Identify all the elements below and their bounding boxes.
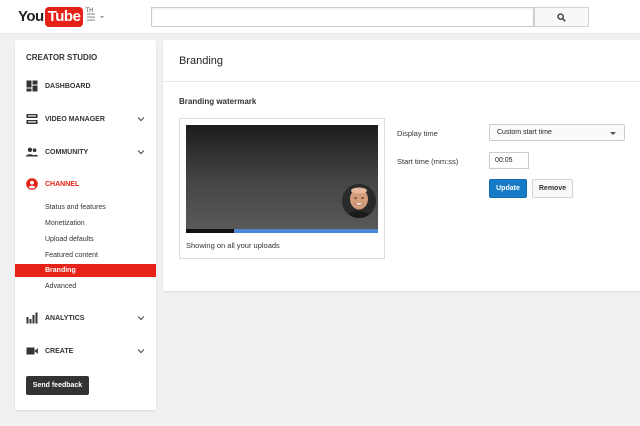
- caret-down-icon: [100, 16, 104, 19]
- youtube-logo[interactable]: You Tube TH: [18, 7, 93, 27]
- masthead: You Tube TH: [0, 0, 640, 34]
- sidebar-subitem-featured-content[interactable]: Featured content: [15, 249, 156, 262]
- page-title: Branding: [179, 55, 224, 67]
- sidebar-item-label: COMMUNITY: [45, 148, 89, 156]
- subitem-label: Status and features: [45, 204, 106, 211]
- sidebar-subitem-branding[interactable]: Branding: [15, 264, 156, 277]
- caret-down-icon: [610, 132, 616, 135]
- display-time-select[interactable]: Custom start time: [489, 124, 625, 141]
- update-button[interactable]: Update: [489, 179, 527, 198]
- watermark-preview-card: Showing on all your uploads: [179, 118, 385, 259]
- send-feedback-button[interactable]: Send feedback: [26, 376, 89, 395]
- hamburger-icon: [87, 13, 95, 21]
- remove-button[interactable]: Remove: [532, 179, 573, 198]
- creator-studio-sidebar: CREATOR STUDIO DASHBOARD VIDEO MANAGER C…: [15, 40, 156, 410]
- chevron-down-icon[interactable]: [137, 347, 145, 355]
- start-time-label: Start time (mm:ss): [397, 157, 459, 166]
- sidebar-item-label: DASHBOARD: [45, 82, 91, 90]
- logo-text-you: You: [18, 8, 44, 25]
- channel-icon: [26, 178, 38, 190]
- sidebar-subitem-upload-defaults[interactable]: Upload defaults: [15, 233, 156, 246]
- video-progress-played: [186, 229, 234, 233]
- sidebar-item-community[interactable]: COMMUNITY: [15, 142, 156, 162]
- sidebar-subitem-advanced[interactable]: Advanced: [15, 280, 156, 293]
- sidebar-item-analytics[interactable]: ANALYTICS: [15, 308, 156, 328]
- search-button[interactable]: [534, 7, 589, 27]
- chevron-down-icon[interactable]: [137, 115, 145, 123]
- section-title: Branding watermark: [179, 97, 257, 106]
- community-icon: [26, 146, 38, 158]
- preview-caption: Showing on all your uploads: [186, 241, 280, 250]
- video-manager-icon: [26, 113, 38, 125]
- sidebar-item-channel[interactable]: CHANNEL: [15, 174, 156, 194]
- guide-menu-button[interactable]: [86, 10, 104, 24]
- sidebar-title: CREATOR STUDIO: [26, 53, 98, 62]
- chevron-down-icon[interactable]: [137, 314, 145, 322]
- start-time-input[interactable]: [489, 152, 529, 169]
- search-input[interactable]: [151, 7, 534, 27]
- subitem-label: Upload defaults: [45, 236, 94, 243]
- subitem-label: Advanced: [45, 283, 77, 290]
- sidebar-item-label: ANALYTICS: [45, 314, 85, 322]
- page-header: Branding: [163, 40, 640, 82]
- display-time-value: Custom start time: [497, 129, 552, 136]
- sidebar-subitem-status-and-features[interactable]: Status and features: [15, 201, 156, 214]
- sidebar-item-dashboard[interactable]: DASHBOARD: [15, 76, 156, 96]
- analytics-icon: [26, 312, 38, 324]
- dashboard-icon: [26, 80, 38, 92]
- create-icon: [26, 345, 38, 357]
- sidebar-item-video-manager[interactable]: VIDEO MANAGER: [15, 109, 156, 129]
- subitem-label: Monetization: [45, 220, 85, 227]
- video-preview: [186, 125, 378, 233]
- sidebar-item-label: CHANNEL: [45, 180, 80, 188]
- subitem-label: Featured content: [45, 252, 98, 259]
- sidebar-item-create[interactable]: CREATE: [15, 341, 156, 361]
- sidebar-subitem-monetization[interactable]: Monetization: [15, 217, 156, 230]
- sidebar-item-label: CREATE: [45, 347, 74, 355]
- sidebar-item-label: VIDEO MANAGER: [45, 115, 105, 123]
- branding-panel: Branding Branding watermark Showing on a…: [163, 40, 640, 291]
- search-icon: [557, 12, 566, 22]
- subitem-label: Branding: [45, 267, 76, 274]
- logo-text-tube: Tube: [44, 7, 84, 27]
- chevron-down-icon[interactable]: [137, 148, 145, 156]
- watermark-avatar: [342, 184, 376, 218]
- display-time-label: Display time: [397, 129, 438, 138]
